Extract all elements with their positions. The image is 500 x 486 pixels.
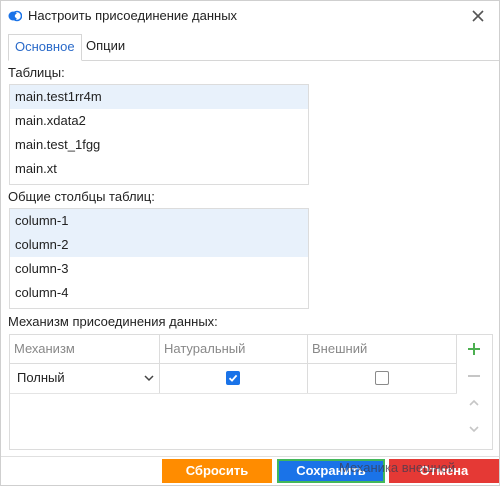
header-outer: Внешний — [308, 335, 457, 363]
join-dialog: Настроить присоединение данных Основное … — [0, 0, 500, 486]
tab-main[interactable]: Основное — [8, 34, 82, 61]
chevron-up-icon[interactable] — [460, 391, 488, 415]
list-item[interactable]: main.test1rr4m — [10, 85, 308, 109]
common-columns-label: Общие столбцы таблиц: — [8, 189, 155, 204]
close-icon[interactable] — [471, 9, 485, 23]
join-circles-icon — [8, 10, 22, 22]
header-mechanism: Механизм — [10, 335, 160, 363]
list-item[interactable]: column-2 — [10, 233, 308, 257]
chevron-down-icon[interactable] — [460, 417, 488, 441]
title-bar: Настроить присоединение данных — [1, 1, 499, 31]
list-item[interactable]: column-1 — [10, 209, 308, 233]
grid-header: Механизм Натуральный Внешний — [10, 335, 457, 364]
header-natural: Натуральный — [160, 335, 308, 363]
minus-icon[interactable] — [460, 364, 488, 388]
natural-checkbox[interactable] — [226, 371, 240, 385]
tables-list[interactable]: main.test1rr4m main.xdata2 main.test_1fg… — [9, 84, 309, 185]
natural-cell — [160, 364, 308, 393]
table-row: Полный — [10, 364, 457, 394]
list-item[interactable]: column-4 — [10, 281, 308, 305]
tab-bar: Основное Опции — [8, 34, 499, 61]
overlay-tooltip-text: Механика внешней — [339, 460, 456, 475]
dialog-title: Настроить присоединение данных — [28, 8, 238, 23]
tab-options[interactable]: Опции — [80, 34, 131, 59]
reset-button[interactable]: Сбросить — [162, 459, 272, 483]
list-item[interactable]: main.test_1fgg — [10, 133, 308, 157]
outer-cell — [308, 364, 457, 393]
check-icon — [228, 374, 238, 382]
plus-icon[interactable] — [460, 337, 488, 361]
footer-divider — [1, 456, 499, 457]
outer-checkbox[interactable] — [375, 371, 389, 385]
join-grid: Механизм Натуральный Внешний Полный — [9, 334, 493, 450]
mechanism-value: Полный — [17, 370, 65, 385]
columns-list[interactable]: column-1 column-2 column-3 column-4 — [9, 208, 309, 309]
list-item[interactable]: column-3 — [10, 257, 308, 281]
mechanism-select[interactable]: Полный — [10, 364, 160, 393]
tables-label: Таблицы: — [8, 65, 65, 80]
list-item[interactable]: main.xt — [10, 157, 308, 181]
list-item[interactable]: main.xdata2 — [10, 109, 308, 133]
join-mechanism-label: Механизм присоединения данных: — [8, 314, 218, 329]
chevron-down-icon — [144, 375, 154, 382]
